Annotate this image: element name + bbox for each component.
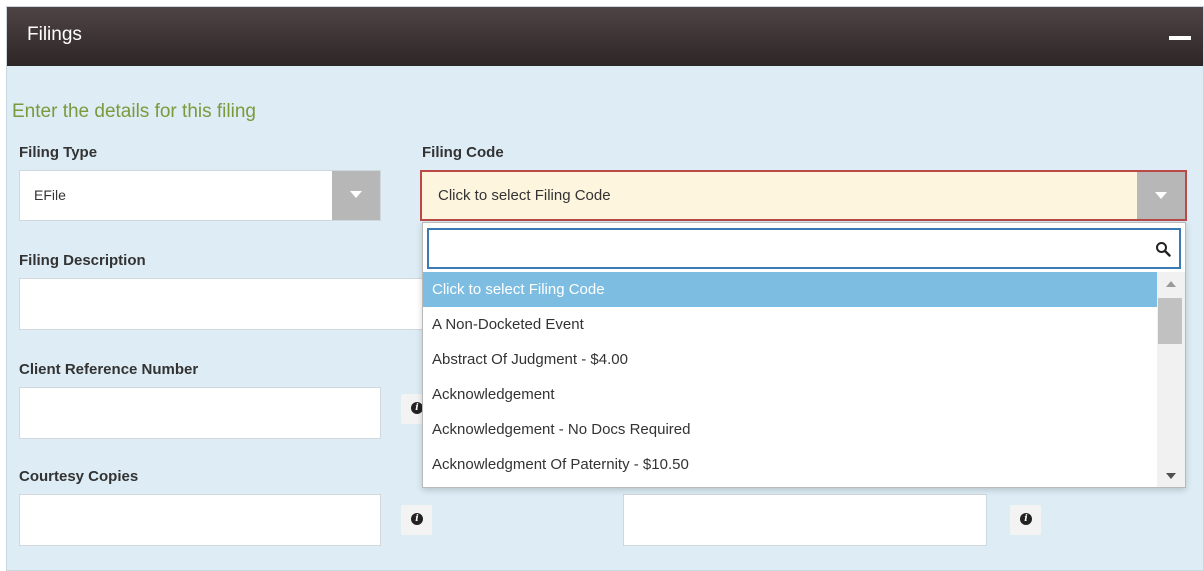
dropdown-option[interactable]: Acknowledgement <box>423 377 1157 412</box>
filing-type-label: Filing Type <box>19 144 98 161</box>
panel-header: Filings <box>7 7 1203 66</box>
panel-title: Filings <box>27 24 82 45</box>
info-icon: i <box>1020 513 1032 525</box>
filing-code-dropdown: Click to select Filing Code A Non-Docket… <box>422 222 1186 488</box>
filing-code-value: Click to select Filing Code <box>438 187 611 204</box>
minus-icon <box>1169 36 1191 40</box>
chevron-down-icon <box>1155 192 1167 199</box>
dropdown-search-box[interactable] <box>427 228 1181 269</box>
courtesy-copies-input[interactable] <box>19 494 381 546</box>
chevron-down-icon <box>350 191 362 198</box>
client-reference-input[interactable] <box>19 387 381 439</box>
collapse-button[interactable] <box>1157 7 1201 66</box>
scroll-up-arrow-icon[interactable] <box>1166 281 1176 287</box>
filing-type-dropdown-toggle[interactable] <box>332 171 380 220</box>
scroll-down-arrow-icon[interactable] <box>1166 473 1176 479</box>
courtesy-copies-info-button[interactable]: i <box>401 505 432 535</box>
dropdown-scrollbar[interactable] <box>1157 272 1185 487</box>
dropdown-option[interactable]: Abstract Of Judgment - $4.00 <box>423 342 1157 377</box>
courtesy-copies-label: Courtesy Copies <box>19 468 139 485</box>
dropdown-option[interactable]: Acknowledgment Of Paternity - $10.50 <box>423 447 1157 482</box>
client-reference-label: Client Reference Number <box>19 361 199 378</box>
filing-description-input[interactable] <box>19 278 439 330</box>
filing-code-dropdown-toggle[interactable] <box>1137 172 1185 219</box>
dropdown-option[interactable]: Click to select Filing Code <box>423 272 1157 307</box>
dropdown-option[interactable]: Acknowledgement - No Docs Required <box>423 412 1157 447</box>
filing-type-select[interactable]: EFile <box>19 170 381 221</box>
filing-type-value: EFile <box>34 187 66 203</box>
right-field-info-button[interactable]: i <box>1010 505 1041 535</box>
filing-code-label: Filing Code <box>422 144 504 161</box>
filing-code-select[interactable]: Click to select Filing Code <box>420 170 1187 221</box>
dropdown-options-list: Click to select Filing Code A Non-Docket… <box>423 272 1157 487</box>
search-icon <box>1156 242 1171 257</box>
section-heading: Enter the details for this filing <box>12 101 256 122</box>
right-field-input[interactable] <box>623 494 987 546</box>
filing-description-label: Filing Description <box>19 252 146 269</box>
scrollbar-thumb[interactable] <box>1158 298 1182 344</box>
dropdown-search-input[interactable] <box>435 236 1135 262</box>
dropdown-option[interactable]: A Non-Docketed Event <box>423 307 1157 342</box>
info-icon: i <box>411 513 423 525</box>
